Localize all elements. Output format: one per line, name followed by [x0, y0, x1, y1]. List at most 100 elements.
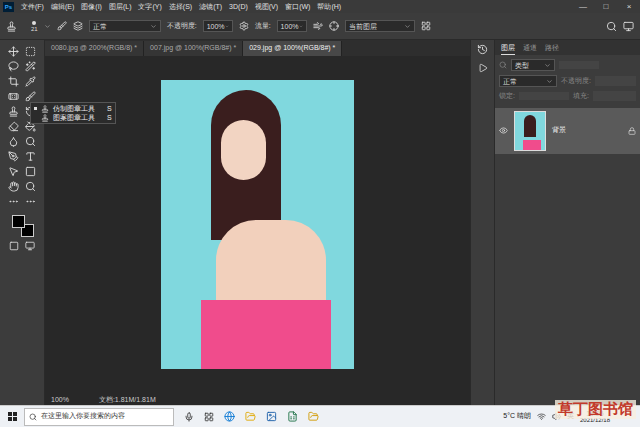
menu-item[interactable]: 文件(F): [21, 3, 44, 10]
color-swatches[interactable]: [10, 215, 34, 237]
dodge-icon[interactable]: [25, 136, 36, 147]
excel-icon[interactable]: [287, 411, 298, 422]
photo: [161, 80, 354, 369]
brush-panel-icon[interactable]: [57, 21, 67, 31]
window-control[interactable]: —: [575, 3, 591, 11]
document-tab[interactable]: 007.jpg @ 100%(RGB/8#) *: [144, 41, 243, 56]
eyedropper-icon[interactable]: [25, 76, 36, 87]
pressure-icon[interactable]: [239, 21, 249, 31]
shape-icon[interactable]: [25, 166, 36, 177]
layer-thumbnail: [514, 111, 546, 151]
menu-item[interactable]: 图层(L): [109, 3, 132, 10]
blur-icon[interactable]: [8, 136, 19, 147]
start-button[interactable]: [0, 406, 24, 427]
menu-item[interactable]: 图像(I): [81, 3, 102, 10]
menu-item[interactable]: 选择(S): [169, 3, 192, 10]
blend-select[interactable]: 正常: [499, 75, 557, 87]
photoshop-icon[interactable]: [266, 411, 277, 422]
airbrush-icon[interactable]: [313, 21, 323, 31]
marquee-icon[interactable]: [25, 46, 36, 57]
flyout-item[interactable]: 仿制图章工具S: [31, 104, 115, 113]
menu-item[interactable]: 滤镜(T): [199, 3, 222, 10]
document-tab[interactable]: 0080.jpg @ 200%(RGB/8) *: [45, 41, 144, 56]
quick-mask-icon[interactable]: [9, 241, 19, 251]
search-icon: [29, 413, 37, 421]
panel-tab[interactable]: 路径: [545, 41, 559, 54]
brush-icon[interactable]: [25, 91, 36, 102]
options-bar: 21 正常不透明度: 100% 流量: 100% 当前图层: [0, 13, 640, 40]
filter-icon: [499, 61, 507, 69]
explorer-icon[interactable]: [245, 411, 256, 422]
workspace-icon[interactable]: [623, 21, 634, 32]
screen-mode-icon[interactable]: [25, 241, 35, 251]
flow-label: 流量:: [255, 21, 271, 32]
screen: Ps文件(F)编辑(E)图像(I)图层(L)文字(Y)选择(S)滤镜(T)3D(…: [0, 0, 640, 427]
task-view-icon[interactable]: [204, 412, 214, 422]
flyout-item[interactable]: 图案图章工具S: [31, 113, 115, 122]
weather[interactable]: 5°C 晴朗: [503, 411, 531, 422]
lasso-icon[interactable]: [8, 61, 19, 72]
menu-item[interactable]: 文字(Y): [138, 3, 161, 10]
brush-size[interactable]: 21: [31, 21, 38, 32]
cortana-icon[interactable]: [184, 412, 194, 422]
menu-item[interactable]: 窗口(W): [285, 3, 310, 10]
opacity-label: 不透明度:: [167, 21, 197, 32]
hand-icon[interactable]: [8, 181, 19, 192]
magic-wand-icon[interactable]: [25, 61, 36, 72]
panel-tab[interactable]: 通道: [523, 41, 537, 54]
taskbar: 在这里输入你要搜索的内容5°C 晴朗英16:252021/12/18草丁图书馆: [0, 405, 640, 427]
taskbar-search[interactable]: 在这里输入你要搜索的内容: [24, 408, 174, 426]
edge-icon[interactable]: [224, 411, 235, 422]
type-icon[interactable]: [25, 151, 36, 162]
panel-tabs: 图层通道路径: [495, 40, 640, 55]
dropdown-icon[interactable]: [44, 23, 51, 30]
eraser-icon[interactable]: [8, 121, 19, 132]
stamp-icon[interactable]: [6, 21, 17, 32]
visibility-icon[interactable]: [499, 126, 508, 135]
panel-tab[interactable]: 图层: [501, 41, 515, 55]
stamp-icon[interactable]: [8, 106, 19, 117]
stamp-icon: [41, 105, 49, 113]
sample-select[interactable]: 当前图层: [345, 20, 415, 32]
path-select-icon[interactable]: [8, 166, 19, 177]
stamp-icon: [41, 114, 49, 122]
menu-item[interactable]: 视图(V): [255, 3, 278, 10]
menu-bar: Ps文件(F)编辑(E)图像(I)图层(L)文字(Y)选择(S)滤镜(T)3D(…: [0, 0, 640, 13]
flow-field[interactable]: 100%: [277, 20, 307, 32]
opacity-label: 不透明度:: [561, 76, 591, 87]
edit-toolbar-icon[interactable]: [25, 196, 36, 207]
window-control[interactable]: □: [598, 3, 614, 11]
dropdown-icon: [544, 62, 551, 69]
search-icon[interactable]: [606, 21, 617, 32]
mode-select[interactable]: 正常: [89, 20, 161, 32]
crop-icon[interactable]: [8, 76, 19, 87]
more-icon[interactable]: [8, 196, 19, 207]
dropdown-icon: [546, 78, 553, 85]
menu-item[interactable]: 编辑(E): [51, 3, 74, 10]
network-icon[interactable]: [537, 412, 546, 421]
document-tab[interactable]: 029.jpg @ 100%(RGB/8#) *: [243, 41, 342, 56]
history-panel-icon[interactable]: [477, 44, 488, 55]
folder-icon[interactable]: [308, 411, 319, 422]
fill-label: 填充:: [573, 91, 589, 102]
ignore-adjust-icon[interactable]: [421, 21, 431, 31]
dropdown-icon: [150, 23, 157, 30]
zoom-icon[interactable]: [25, 181, 36, 192]
aligned-icon[interactable]: [329, 21, 339, 31]
opacity-field[interactable]: 100%: [203, 20, 233, 32]
menu-item[interactable]: 3D(D): [229, 3, 248, 10]
healing-icon[interactable]: [8, 91, 19, 102]
window-control[interactable]: ×: [621, 3, 637, 11]
layers-panel: 图层通道路径类型正常不透明度: 锁定: 填充: 背景: [494, 40, 640, 405]
clone-source-icon[interactable]: [73, 21, 83, 31]
pen-icon[interactable]: [8, 151, 19, 162]
filter-select[interactable]: 类型: [511, 59, 555, 71]
status-bar: 100%文档:1.81M/1.81M: [45, 393, 470, 405]
move-icon[interactable]: [8, 46, 19, 57]
menu-item[interactable]: 帮助(H): [317, 3, 341, 10]
zoom-level[interactable]: 100%: [51, 396, 69, 403]
layer-row[interactable]: 背景: [495, 108, 640, 154]
lock-icon: [628, 127, 636, 135]
lock-label: 锁定:: [499, 91, 515, 102]
actions-panel-icon[interactable]: [478, 63, 488, 73]
